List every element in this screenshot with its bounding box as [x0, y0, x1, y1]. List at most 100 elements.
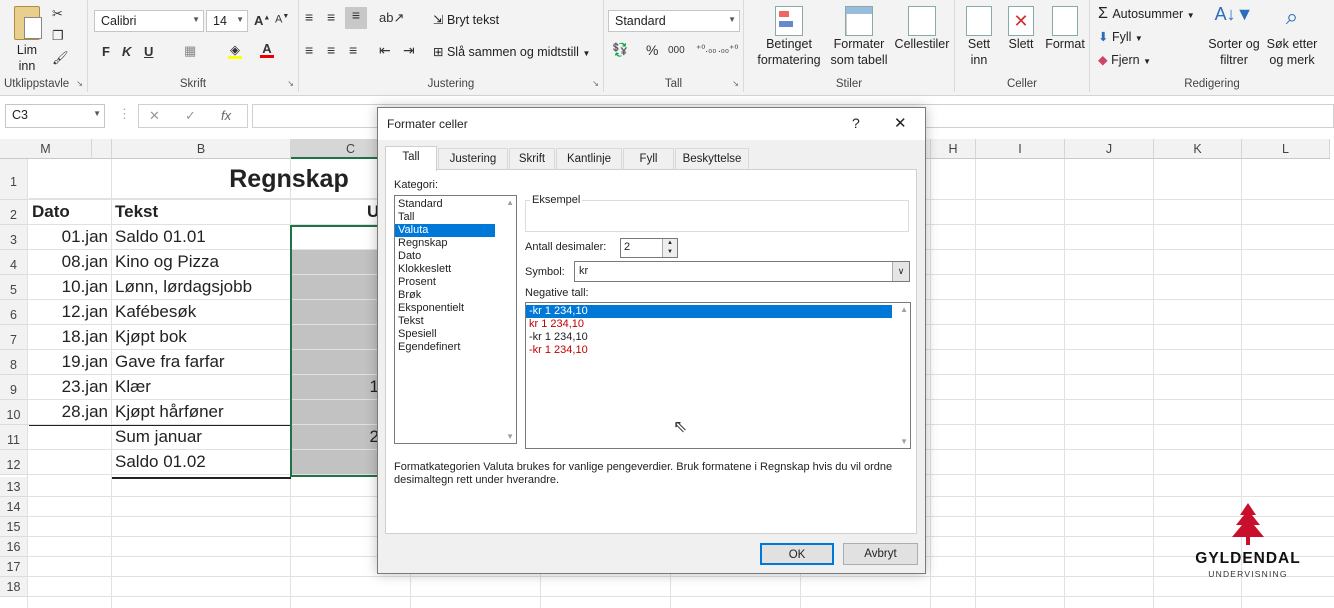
column-header[interactable]: K — [1154, 139, 1242, 159]
date-cell[interactable]: 01.jan — [29, 225, 112, 250]
close-button[interactable]: ✕ — [894, 114, 907, 132]
text-cell[interactable]: Kjøpt bok — [112, 325, 291, 350]
clear-button[interactable]: ◆ Fjern ▼ — [1098, 52, 1151, 70]
row-header[interactable]: 18 — [0, 577, 28, 597]
column-header[interactable]: I — [976, 139, 1065, 159]
negative-format-item[interactable]: kr 1 234,10 — [526, 318, 892, 331]
conditional-formatting-button[interactable]: Betinget formatering — [748, 4, 830, 74]
tab-tall[interactable]: Tall — [385, 146, 437, 171]
fill-color-icon[interactable]: ◈ — [228, 42, 242, 59]
row-header[interactable]: 12 — [0, 450, 28, 475]
column-header[interactable]: H — [931, 139, 976, 159]
format-as-table-button[interactable]: Formater som tabell — [828, 4, 890, 74]
merge-center-button[interactable]: ⊞ Slå sammen og midtstill ▼ — [433, 44, 590, 62]
date-cell[interactable]: 18.jan — [29, 325, 112, 350]
format-cells-button[interactable]: Format — [1043, 4, 1087, 74]
indent-decrease-icon[interactable]: ⇤ — [379, 42, 391, 59]
scroll-down-icon[interactable]: ▼ — [506, 432, 514, 441]
date-cell[interactable]: 12.jan — [29, 300, 112, 325]
tab-kantlinje[interactable]: Kantlinje — [556, 148, 622, 169]
indent-increase-icon[interactable]: ⇥ — [403, 42, 415, 59]
scroll-up-icon[interactable]: ▲ — [506, 198, 514, 207]
enter-icon[interactable]: ✓ — [185, 108, 196, 124]
format-painter-icon[interactable]: 🖌 — [52, 50, 69, 66]
row-header[interactable]: 6 — [0, 300, 28, 325]
decrease-decimal-icon[interactable]: .₀₀⁺⁰ — [718, 44, 738, 55]
category-item[interactable]: Brøk — [395, 289, 516, 302]
category-item[interactable]: Dato — [395, 250, 516, 263]
borders-icon[interactable]: ▦ — [184, 43, 196, 59]
copy-icon[interactable]: ❐ — [52, 28, 64, 44]
category-item[interactable]: Tekst — [395, 315, 516, 328]
category-item[interactable]: Tall — [395, 211, 516, 224]
date-cell[interactable]: 23.jan — [29, 375, 112, 400]
cancel-icon[interactable]: ✕ — [149, 108, 160, 124]
category-item[interactable]: Standard — [395, 198, 516, 211]
text-cell[interactable]: Kafébesøk — [112, 300, 291, 325]
column-header[interactable]: M — [0, 139, 92, 159]
row-header[interactable]: 10 — [0, 400, 28, 425]
align-center-icon[interactable]: ≡ — [327, 42, 335, 58]
text-cell[interactable]: Gave fra farfar — [112, 350, 291, 375]
header-tekst[interactable]: Tekst — [112, 200, 291, 225]
thousands-button[interactable]: 000 — [668, 45, 685, 56]
shrink-font-icon[interactable]: A▼ — [275, 13, 289, 26]
category-list[interactable]: Standard Tall Valuta Regnskap Dato Klokkeslet… — [394, 195, 517, 444]
negative-format-item[interactable]: -kr 1 234,10 — [526, 305, 892, 318]
row-header[interactable]: 14 — [0, 497, 28, 517]
tab-skrift[interactable]: Skrift — [509, 148, 555, 169]
sort-filter-button[interactable]: A↓▼ Sorter og filtrer — [1206, 4, 1262, 74]
font-launcher-icon[interactable]: ↘ — [287, 79, 294, 88]
find-select-button[interactable]: ⌕ Søk etter og merk — [1264, 4, 1320, 74]
align-middle-icon[interactable]: ≡ — [327, 9, 335, 25]
date-cell[interactable]: 08.jan — [29, 250, 112, 275]
row-header[interactable]: 15 — [0, 517, 28, 537]
negative-format-item[interactable]: -kr 1 234,10 — [526, 331, 892, 344]
scroll-up-icon[interactable]: ▲ — [900, 305, 908, 314]
row-header[interactable]: 2 — [0, 200, 28, 225]
date-cell[interactable]: 19.jan — [29, 350, 112, 375]
chevron-down-icon[interactable]: ∨ — [892, 262, 909, 281]
symbol-select[interactable]: kr ∨ — [574, 261, 910, 282]
column-header[interactable]: J — [1065, 139, 1154, 159]
percent-button[interactable]: % — [646, 42, 658, 58]
row-header[interactable]: 1 — [0, 159, 28, 200]
column-header[interactable]: L — [1242, 139, 1330, 159]
align-left-icon[interactable]: ≡ — [305, 42, 313, 58]
underline-button[interactable]: U — [144, 44, 153, 59]
scroll-down-icon[interactable]: ▼ — [900, 437, 908, 446]
row-header[interactable]: 17 — [0, 557, 28, 577]
cut-icon[interactable]: ✂ — [52, 6, 63, 22]
alignment-launcher-icon[interactable]: ↘ — [592, 79, 599, 88]
category-item[interactable]: Klokkeslett — [395, 263, 516, 276]
italic-button[interactable]: K — [122, 44, 131, 59]
row-header[interactable]: 8 — [0, 350, 28, 375]
name-box[interactable]: C3 ▼ — [5, 104, 105, 128]
text-cell[interactable]: Kjøpt hårføner — [112, 400, 291, 425]
row-header[interactable]: 9 — [0, 375, 28, 400]
category-item[interactable]: Eksponentielt — [395, 302, 516, 315]
row-header[interactable]: 13 — [0, 477, 28, 497]
cancel-button[interactable]: Avbryt — [843, 543, 918, 565]
row-header[interactable]: 3 — [0, 225, 28, 250]
wrap-text-button[interactable]: ⇲ Bryt tekst — [433, 12, 499, 28]
row-header[interactable]: 5 — [0, 275, 28, 300]
ok-button[interactable]: OK — [760, 543, 834, 565]
category-item[interactable]: Valuta — [395, 224, 495, 237]
text-cell[interactable]: Saldo 01.01 — [112, 225, 291, 250]
insert-cells-button[interactable]: Sett inn — [959, 4, 999, 74]
align-bottom-icon[interactable]: ≡ — [345, 7, 367, 29]
autosum-button[interactable]: Σ Autosummer ▼ — [1098, 6, 1195, 24]
text-cell[interactable]: Saldo 01.02 — [112, 450, 291, 475]
clipboard-launcher-icon[interactable]: ↘ — [76, 79, 83, 88]
increase-decimal-icon[interactable]: ⁺⁰.₀₀ — [696, 44, 716, 55]
row-header[interactable]: 16 — [0, 537, 28, 557]
row-header[interactable]: 11 — [0, 425, 28, 450]
bold-button[interactable]: F — [102, 44, 110, 59]
category-item[interactable]: Prosent — [395, 276, 516, 289]
text-cell[interactable]: Sum januar — [112, 425, 291, 450]
date-cell[interactable]: 28.jan — [29, 400, 112, 425]
fill-button[interactable]: ⬇ Fyll ▼ — [1098, 29, 1143, 47]
category-item[interactable]: Egendefinert — [395, 341, 516, 354]
help-button[interactable]: ? — [852, 115, 860, 131]
